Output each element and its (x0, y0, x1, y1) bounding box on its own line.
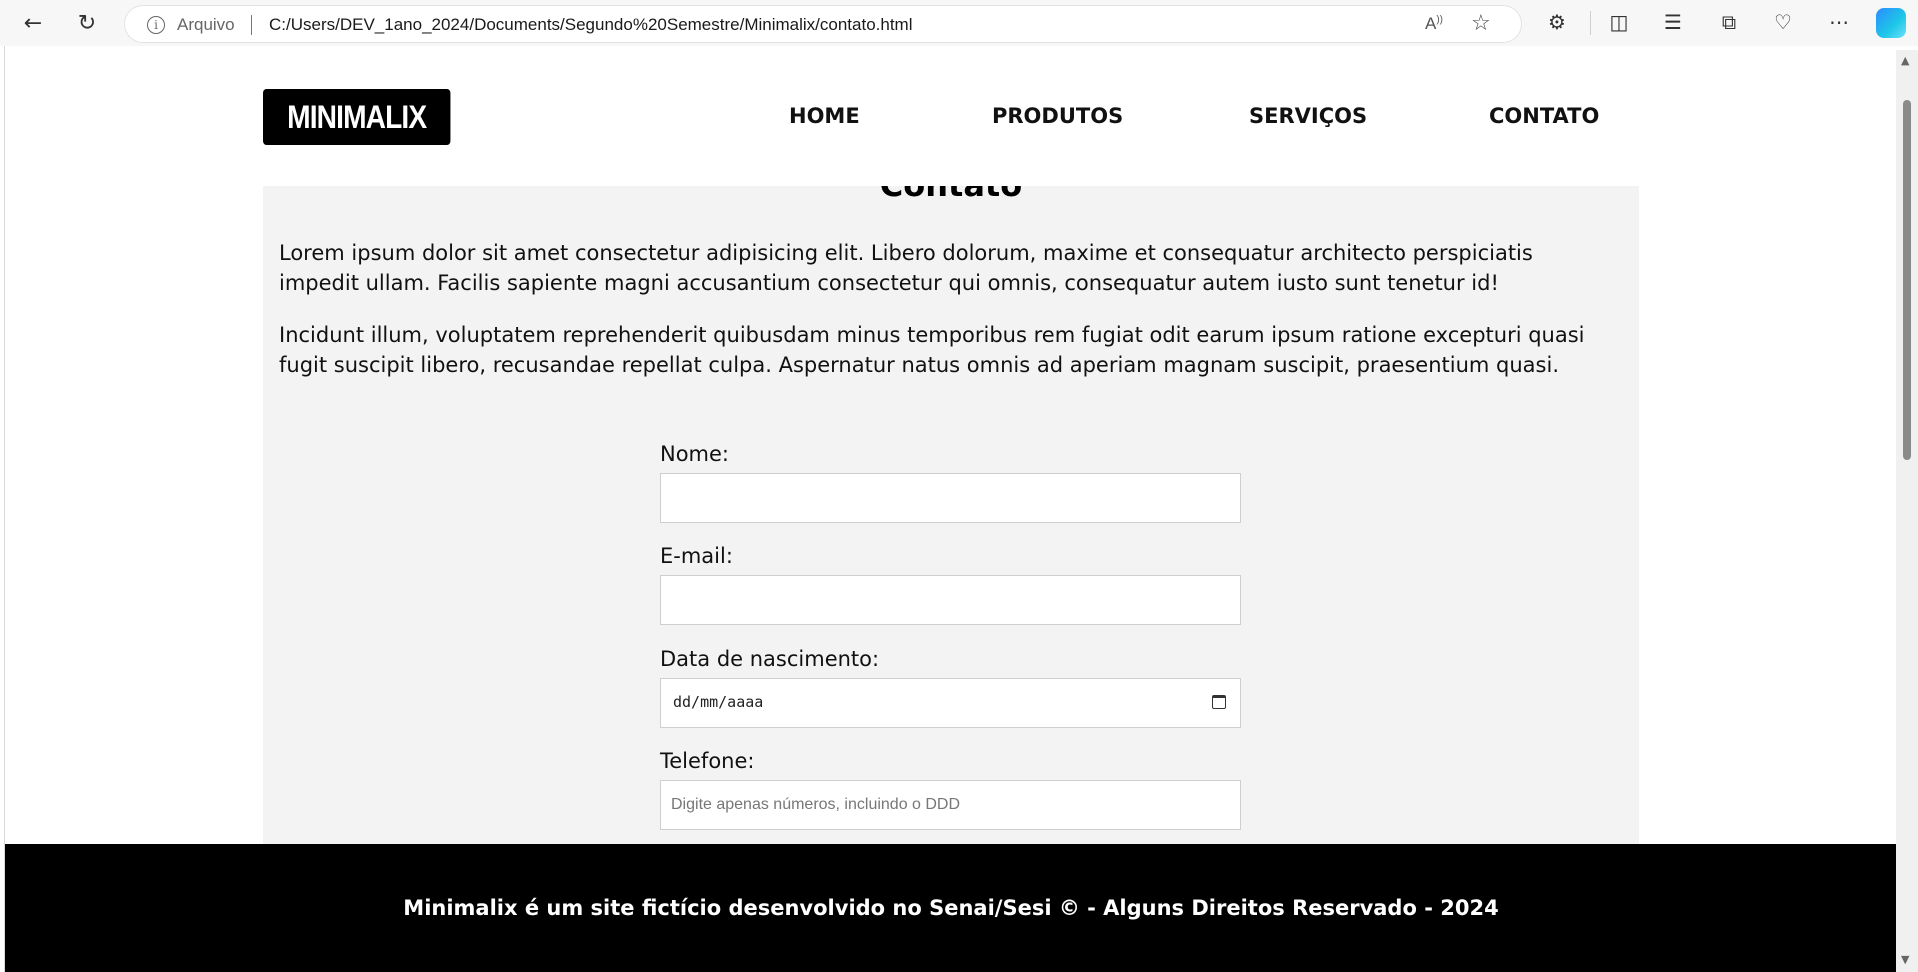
page-viewport: MINIMALIX HOME PRODUTOS SERVIÇOS CONTATO… (4, 46, 1896, 972)
phone-label: Telefone: (660, 749, 755, 773)
address-scheme-label: Arquivo (177, 15, 235, 34)
toolbar-separator (1590, 11, 1591, 35)
main-content: Contato Lorem ipsum dolor sit amet conse… (263, 166, 1639, 906)
address-url[interactable]: C:/Users/DEV_1ano_2024/Documents/Segundo… (269, 15, 913, 35)
collections-icon[interactable]: ⧉ (1712, 5, 1746, 39)
extensions-icon[interactable]: ⚙ (1540, 5, 1574, 39)
footer-text: Minimalix é um site fictício desenvolvid… (403, 896, 1499, 920)
intro-paragraph-1: Lorem ipsum dolor sit amet consectetur a… (279, 241, 1533, 295)
back-icon[interactable]: ← (14, 4, 52, 42)
calendar-icon[interactable] (1212, 695, 1226, 709)
birth-date-field[interactable]: dd/mm/aaaa (660, 678, 1241, 728)
nav-home[interactable]: HOME (789, 104, 860, 128)
reload-icon[interactable]: ↻ (68, 4, 106, 42)
nav-servicos[interactable]: SERVIÇOS (1249, 104, 1367, 128)
scroll-up-icon[interactable]: ▲ (1901, 54, 1909, 67)
email-field[interactable] (660, 575, 1241, 625)
address-separator (251, 15, 252, 35)
name-input[interactable] (661, 474, 1240, 522)
site-footer: Minimalix é um site fictício desenvolvid… (5, 844, 1896, 972)
birth-date-placeholder: dd/mm/aaaa (673, 693, 764, 711)
email-input[interactable] (661, 576, 1240, 624)
nav-contato[interactable]: CONTATO (1489, 104, 1599, 128)
split-screen-icon[interactable]: ◫ (1602, 5, 1636, 39)
scroll-down-icon[interactable]: ▼ (1901, 953, 1909, 966)
scrollbar-thumb[interactable] (1903, 100, 1911, 460)
favorite-star-icon[interactable]: ☆ (1471, 11, 1491, 36)
name-label: Nome: (660, 442, 730, 466)
more-menu-icon[interactable]: ⋯ (1822, 5, 1856, 39)
phone-field[interactable] (660, 780, 1241, 830)
browser-essentials-icon[interactable]: ♡ (1766, 5, 1800, 39)
vertical-scrollbar[interactable]: ▲ ▼ (1896, 50, 1918, 972)
browser-toolbar: ← ↻ i Arquivo C:/Users/DEV_1ano_2024/Doc… (0, 0, 1918, 46)
copilot-icon[interactable] (1876, 8, 1906, 38)
site-header: MINIMALIX HOME PRODUTOS SERVIÇOS CONTATO (5, 46, 1896, 186)
phone-input[interactable] (661, 781, 1240, 829)
site-logo[interactable]: MINIMALIX (263, 89, 451, 145)
birth-date-label: Data de nascimento: (660, 647, 880, 671)
nav-produtos[interactable]: PRODUTOS (992, 104, 1123, 128)
email-label: E-mail: (660, 544, 733, 568)
intro-paragraph-2: Incidunt illum, voluptatem reprehenderit… (279, 323, 1585, 377)
info-icon[interactable]: i (147, 16, 165, 34)
name-field[interactable] (660, 473, 1241, 523)
read-aloud-icon[interactable]: A)) (1425, 14, 1443, 34)
favorites-icon[interactable]: ☰ (1656, 5, 1690, 39)
address-bar[interactable]: i Arquivo C:/Users/DEV_1ano_2024/Documen… (124, 5, 1522, 43)
